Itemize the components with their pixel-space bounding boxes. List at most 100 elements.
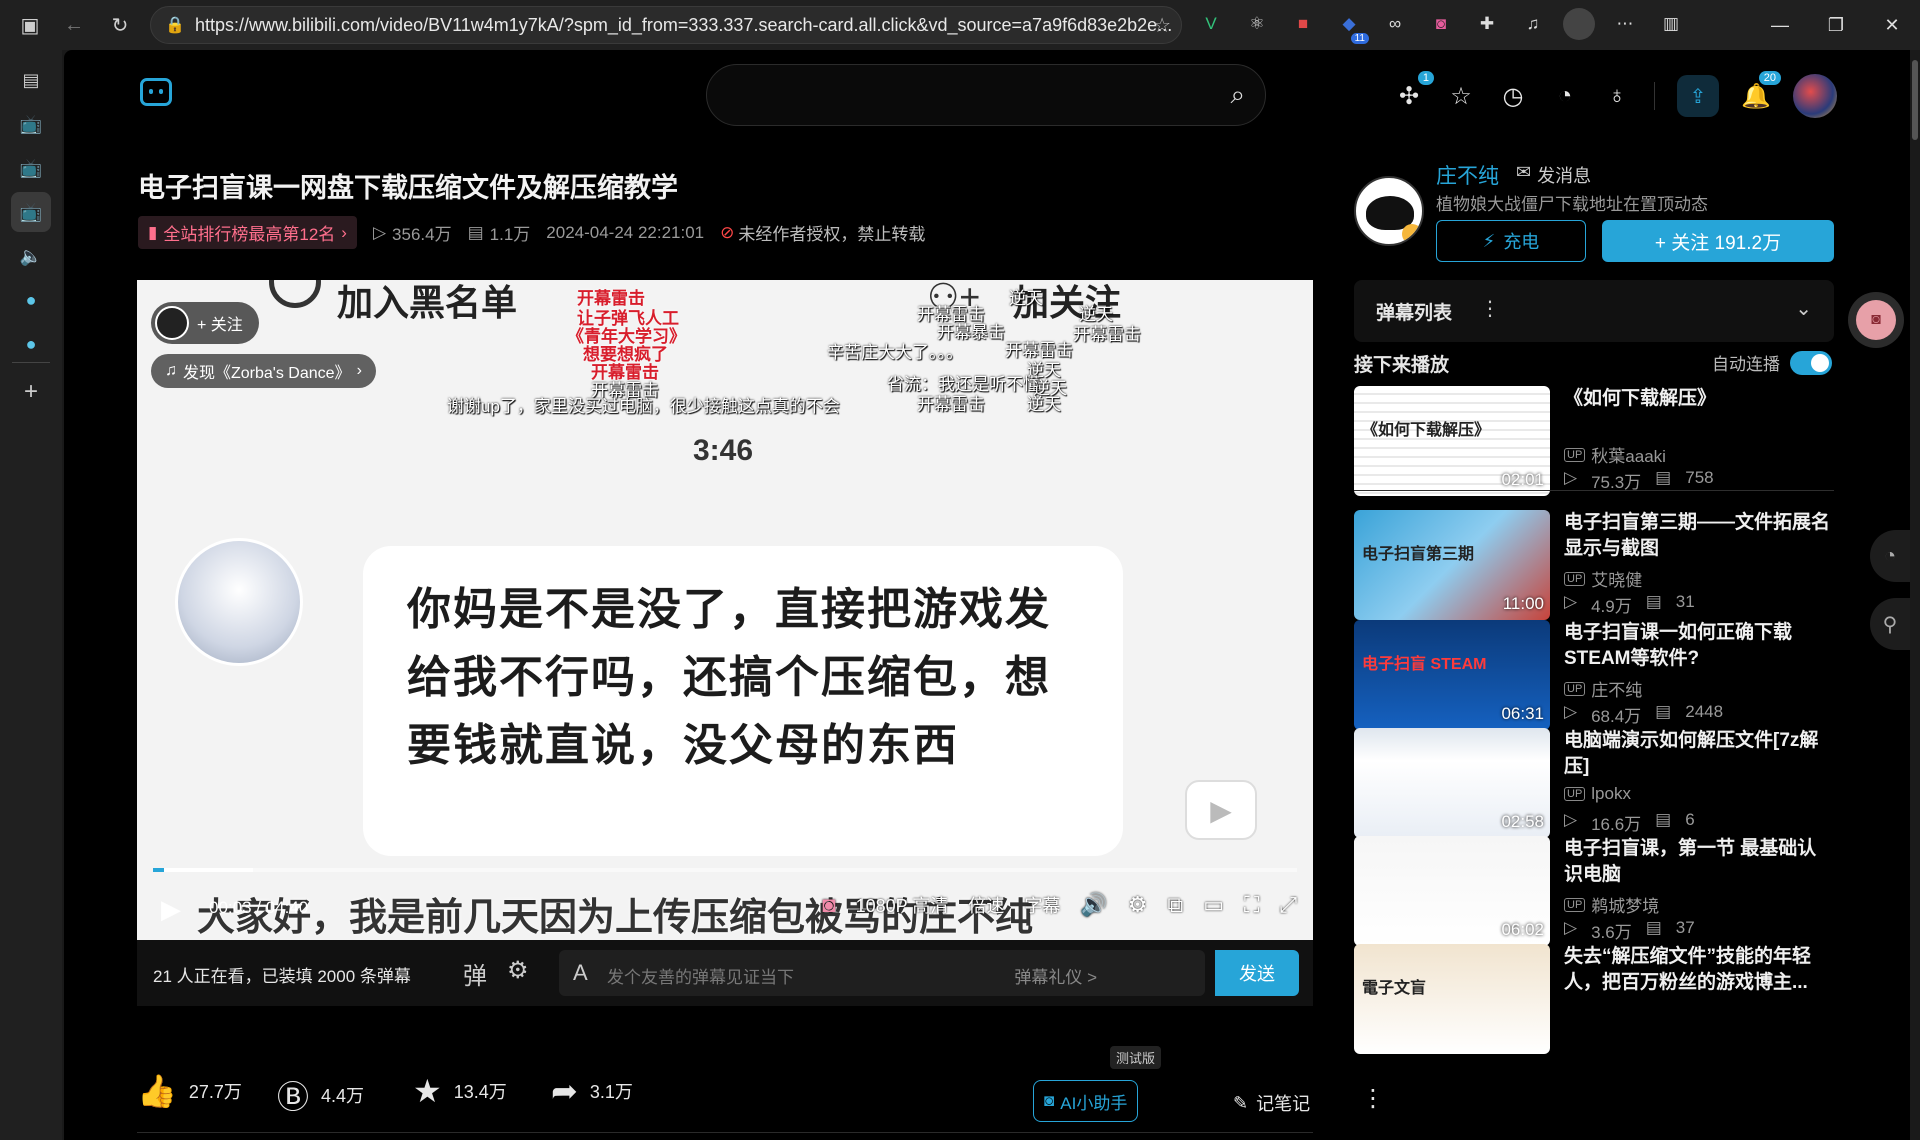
danmaku-etiquette-link[interactable]: 弹幕礼仪 > xyxy=(1014,963,1097,988)
search-icon[interactable]: ⌕ xyxy=(1230,79,1245,111)
send-danmaku-button[interactable]: 发送 xyxy=(1215,950,1299,996)
blue-extension-icon[interactable]: ◆ 11 xyxy=(1333,8,1369,44)
workspaces-icon[interactable]: ▣ xyxy=(12,7,48,43)
quality-button[interactable]: 1080P 高清 xyxy=(856,892,949,918)
recommendation-item[interactable]: 02:58 电脑端演示如何解压文件[7z解压] UP lpokx ▷ 16.6万 ▤ 6 xyxy=(1354,728,1834,838)
new-tab-icon[interactable]: + xyxy=(11,372,51,412)
danmaku-settings-icon[interactable]: ⚙ xyxy=(507,956,529,991)
recommendation-uploader[interactable]: UP 庄不纯 xyxy=(1564,676,1642,701)
autoplay-toggle[interactable] xyxy=(1790,350,1832,375)
puzzle-extension-icon[interactable]: ✚ xyxy=(1471,8,1503,40)
recommendation-title[interactable]: 《如何下载解压》 xyxy=(1564,386,1834,412)
music-discovery-pill[interactable]: ♫ 发现《Zorba's Dance》 › xyxy=(151,354,376,388)
recommendation-title[interactable]: 电脑端演示如何解压文件[7z解压] xyxy=(1564,728,1834,780)
floating-assistant[interactable]: ◙ xyxy=(1848,292,1904,348)
charge-button[interactable]: ⚡ 充电 xyxy=(1436,220,1586,262)
recommendation-thumbnail[interactable]: 电子扫盲第三期 11:00 xyxy=(1354,510,1550,620)
bookmark-star-icon[interactable]: ☆ xyxy=(1153,13,1171,38)
glasses-extension-icon[interactable]: ∞ xyxy=(1379,8,1411,40)
messages-icon[interactable]: ✣ 1 xyxy=(1394,71,1434,113)
progress-bar[interactable] xyxy=(153,868,1297,872)
follow-button[interactable]: + 关注 191.2万 xyxy=(1602,220,1834,262)
favorites-icon[interactable]: ☆ xyxy=(1446,79,1476,113)
refresh-icon[interactable]: ↻ xyxy=(102,7,138,43)
rank-badge[interactable]: ▮ 全站排行榜最高第12名 › xyxy=(138,216,357,249)
scrollbar-thumb[interactable] xyxy=(1912,60,1918,140)
page-scrollbar[interactable] xyxy=(1910,50,1920,1140)
pink-ext-icon[interactable]: ◙ xyxy=(822,892,835,918)
recommendation-thumbnail[interactable]: 电子扫盲 STEAM 06:31 xyxy=(1354,620,1550,730)
web-fullscreen-icon[interactable]: ⛶ xyxy=(1244,892,1259,918)
danmaku-list-panel[interactable]: 弹幕列表 ⋮ ⌄ xyxy=(1354,280,1834,342)
profile-avatar-icon[interactable] xyxy=(1563,8,1595,40)
minimize-icon[interactable]: — xyxy=(1752,0,1808,50)
recommendation-title[interactable]: 电子扫盲课一如何正确下载STEAM等软件? xyxy=(1564,620,1834,672)
dynamics-icon[interactable]: ◔ xyxy=(1550,79,1580,113)
recommendation-uploader[interactable]: UP 艾晓健 xyxy=(1564,566,1642,591)
more-options-icon[interactable]: ⋮ xyxy=(1361,1084,1385,1113)
recommendation-title[interactable]: 电子扫盲第三期——文件拓展名显示与截图 xyxy=(1564,510,1834,562)
upload-icon[interactable]: ⇪ xyxy=(1677,75,1719,117)
share-button[interactable]: ➦ 3.1万 xyxy=(551,1072,633,1110)
danmaku-input[interactable]: A 发个友善的弹幕见证当下 弹幕礼仪 > xyxy=(559,950,1205,996)
web-tab-2[interactable]: ● xyxy=(11,324,51,364)
recommendation-item[interactable]: 電子文盲 失去“解压缩文件”技能的年轻人，把百万粉丝的游戏博主... xyxy=(1354,944,1834,1054)
recommendation-thumbnail[interactable]: 《如何下载解压》 02:01 xyxy=(1354,386,1550,496)
split-screen-icon[interactable]: ▥ xyxy=(1655,8,1687,40)
recommendation-thumbnail[interactable]: 電子文盲 xyxy=(1354,944,1550,1054)
recommendation-item[interactable]: 06:02 电子扫盲课，第一节 最基础认识电脑 UP 鹈城梦境 ▷ 3.6万 ▤ 37 xyxy=(1354,836,1834,946)
history-icon[interactable]: ◷ xyxy=(1498,79,1528,113)
recommendation-uploader[interactable]: UP 秋葉aaaki xyxy=(1564,442,1666,467)
maximize-icon[interactable]: ❐ xyxy=(1808,0,1864,50)
red-extension-icon[interactable]: ■ xyxy=(1287,8,1319,40)
more-menu-icon[interactable]: ⋯ xyxy=(1609,8,1641,40)
recommendation-item[interactable]: 电子扫盲 STEAM 06:31 电子扫盲课一如何正确下载STEAM等软件? UP 庄不… xyxy=(1354,620,1834,730)
chevron-down-icon[interactable]: ⌄ xyxy=(1795,296,1812,321)
pip-icon[interactable]: ⧉ xyxy=(1167,892,1183,918)
like-button[interactable]: 👍 27.7万 xyxy=(137,1072,242,1110)
pink-extension-icon[interactable]: ◙ xyxy=(1425,8,1457,40)
tab-actions-icon[interactable]: ▤ xyxy=(11,60,51,100)
play-icon[interactable]: ▶ xyxy=(161,894,181,925)
search-input[interactable]: ⌕ xyxy=(706,64,1266,126)
ai-assistant-button[interactable]: ◙ AI小助手 xyxy=(1033,1080,1139,1122)
subtitle-button[interactable]: 字幕 xyxy=(1024,892,1060,918)
notes-button[interactable]: ✎ 记笔记 xyxy=(1233,1090,1310,1116)
player-follow-pill[interactable]: + 关注 xyxy=(151,302,259,344)
uploader-name[interactable]: 庄不纯 xyxy=(1436,160,1499,190)
user-avatar[interactable] xyxy=(1793,74,1837,118)
settings-icon[interactable]: ⚙ xyxy=(1128,892,1148,918)
bilibili-tab-2[interactable]: 📺 xyxy=(11,148,51,188)
back-icon[interactable]: ← xyxy=(56,7,92,43)
recommendation-item[interactable]: 《如何下载解压》 02:01 《如何下载解压》 UP 秋葉aaaki ▷ 75.3万 ▤ 758 xyxy=(1354,386,1834,496)
volume-icon[interactable]: 🔊 xyxy=(1080,892,1107,918)
danmaku-toggle-icon[interactable]: 弹 xyxy=(463,956,487,991)
recommendation-title[interactable]: 失去“解压缩文件”技能的年轻人，把百万粉丝的游戏博主... xyxy=(1564,944,1834,996)
recommendation-item[interactable]: 电子扫盲第三期 11:00 电子扫盲第三期——文件拓展名显示与截图 UP 艾晓健 ▷ 4.9… xyxy=(1354,510,1834,620)
creative-center-icon[interactable]: ♁ xyxy=(1602,79,1632,113)
audio-tab-icon[interactable]: 🔈 xyxy=(11,236,51,276)
widescreen-icon[interactable]: ▭ xyxy=(1203,892,1224,918)
recommendation-uploader[interactable]: UP 鹈城梦境 xyxy=(1564,892,1659,917)
recommendation-title[interactable]: 电子扫盲课，第一节 最基础认识电脑 xyxy=(1564,836,1834,888)
vue-extension-icon[interactable]: V xyxy=(1195,8,1227,40)
notifications-icon[interactable]: 🔔 20 xyxy=(1741,71,1781,113)
speed-button[interactable]: 倍速 xyxy=(968,892,1004,918)
recommendation-thumbnail[interactable]: 02:58 xyxy=(1354,728,1550,838)
uploader-avatar[interactable] xyxy=(1354,176,1424,246)
fullscreen-icon[interactable]: ⤢ xyxy=(1279,892,1297,918)
music-extension-icon[interactable]: ♫ xyxy=(1517,8,1549,40)
bilibili-tab-1[interactable]: 📺 xyxy=(11,104,51,144)
danmaku-list-menu-icon[interactable]: ⋮ xyxy=(1480,296,1500,321)
video-player[interactable]: 加入黑名单 ⚇+ 加关注 + 关注 ♫ 发现《Zorba's Dance》 › … xyxy=(137,280,1313,940)
address-bar[interactable]: 🔒 https://www.bilibili.com/video/BV11w4m… xyxy=(150,6,1182,44)
bilibili-logo-icon[interactable] xyxy=(140,78,172,106)
danmaku-style-icon[interactable]: A xyxy=(573,960,588,986)
recommendation-uploader[interactable]: UP lpokx xyxy=(1564,784,1631,804)
react-extension-icon[interactable]: ⚛ xyxy=(1241,8,1273,40)
close-icon[interactable]: ✕ xyxy=(1864,0,1920,50)
recommendation-thumbnail[interactable]: 06:02 xyxy=(1354,836,1550,946)
web-tab-1[interactable]: ● xyxy=(11,280,51,320)
bilibili-tab-active[interactable]: 📺 xyxy=(11,192,51,232)
coin-button[interactable]: Ⓑ 4.4万 xyxy=(277,1072,364,1118)
